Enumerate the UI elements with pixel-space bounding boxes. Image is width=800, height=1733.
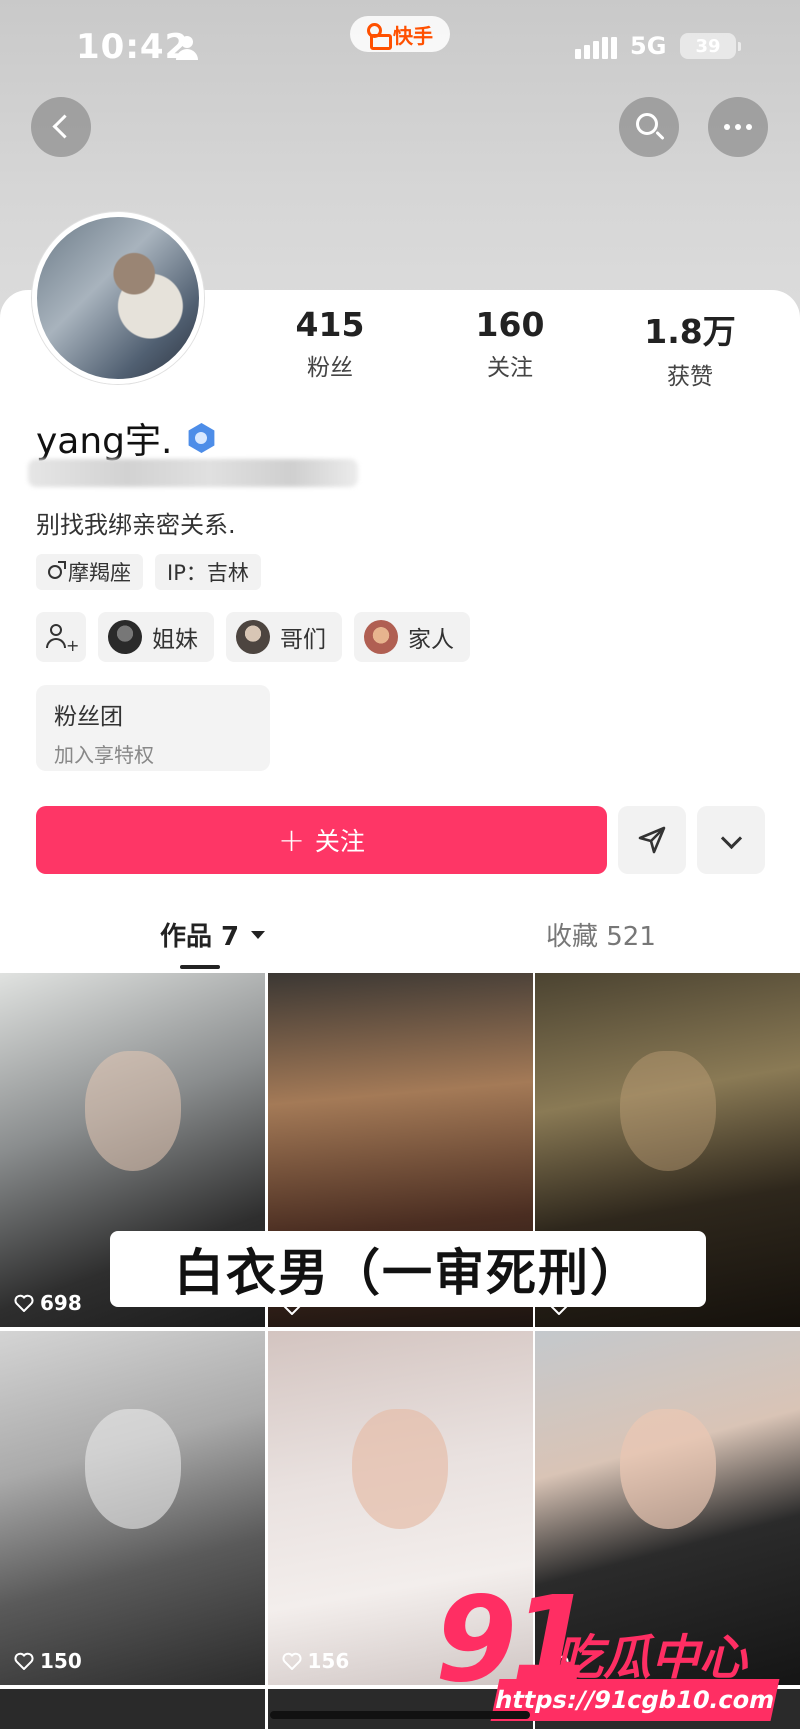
- stat-fans[interactable]: 415 粉丝: [240, 305, 420, 391]
- profile-tags: 摩羯座 IP：吉林: [36, 554, 261, 590]
- username: yang宇.: [36, 421, 173, 462]
- active-tab-indicator: [180, 965, 220, 969]
- more-options-button[interactable]: [708, 97, 768, 157]
- status-bar: 10:42 快手 5G 39: [0, 0, 800, 95]
- group-avatar: [236, 620, 270, 654]
- status-time: 10:42: [76, 27, 190, 67]
- stat-label: 粉丝: [307, 355, 353, 381]
- add-user-icon: [50, 624, 62, 636]
- tag-zodiac: 摩羯座: [36, 554, 143, 590]
- stat-value: 415: [295, 305, 365, 344]
- group-label: 姐妹: [152, 627, 198, 653]
- battery-icon: 39: [680, 33, 741, 59]
- overlay-caption: 白衣男（一审死刑）: [110, 1231, 706, 1307]
- avatar[interactable]: [32, 212, 204, 384]
- stat-value: 160: [475, 305, 545, 344]
- group-sisters[interactable]: 姐妹: [98, 612, 214, 662]
- heart-icon: [14, 1294, 34, 1312]
- profile-stats: 415 粉丝 160 关注 1.8万 获赞: [240, 305, 780, 391]
- verified-badge-icon[interactable]: [188, 423, 215, 453]
- back-button[interactable]: [31, 97, 91, 157]
- group-label: 哥们: [280, 627, 326, 653]
- battery-level: 39: [695, 35, 721, 57]
- like-count: 698: [14, 1291, 82, 1315]
- group-family[interactable]: 家人: [354, 612, 470, 662]
- watermark: 91 吃瓜中心 https://91cgb10.com: [435, 1580, 790, 1730]
- add-friend-button[interactable]: +: [36, 612, 86, 662]
- relationship-groups: + 姐妹 哥们 家人: [36, 612, 470, 662]
- tab-label: 作品 7: [160, 922, 240, 952]
- fan-club-subtitle: 加入享特权: [54, 743, 154, 767]
- plus-icon: +: [278, 821, 305, 859]
- fan-club-button[interactable]: 粉丝团 加入享特权: [36, 685, 270, 771]
- app-indicator[interactable]: 快手: [350, 16, 450, 52]
- person-icon: [176, 36, 198, 60]
- username-row: yang宇.: [36, 412, 216, 464]
- tab-works[interactable]: 作品 7: [160, 916, 266, 953]
- app-name: 快手: [393, 23, 433, 48]
- bio: 别找我绑亲密关系.: [36, 511, 236, 539]
- tag-ip-location: IP：吉林: [155, 554, 261, 590]
- tab-label: 收藏 521: [546, 922, 656, 952]
- search-icon: [636, 113, 658, 135]
- heart-icon: [281, 1652, 302, 1670]
- video-thumbnail[interactable]: 150: [0, 1331, 265, 1685]
- send-icon: [638, 826, 666, 854]
- group-brothers[interactable]: 哥们: [226, 612, 342, 662]
- home-indicator[interactable]: [270, 1711, 530, 1719]
- male-icon: [48, 561, 66, 579]
- send-message-button[interactable]: [618, 806, 686, 874]
- group-avatar: [364, 620, 398, 654]
- group-label: 家人: [408, 627, 454, 653]
- follow-button[interactable]: + 关注: [36, 806, 607, 874]
- watermark-url: https://91cgb10.com: [490, 1679, 780, 1721]
- tag-label: 摩羯座: [68, 561, 131, 585]
- heart-icon: [14, 1652, 34, 1670]
- signal-icon: [575, 35, 617, 59]
- search-button[interactable]: [619, 97, 679, 157]
- watermark-text: 吃瓜中心: [555, 1630, 748, 1686]
- like-count: 150: [14, 1649, 82, 1673]
- blurred-user-id: [28, 459, 358, 487]
- fan-club-title: 粉丝团: [54, 704, 123, 730]
- kuaishou-logo-icon: [367, 23, 392, 50]
- stat-label: 获赞: [667, 364, 713, 390]
- follow-label: 关注: [314, 827, 365, 856]
- caret-down-icon: [251, 930, 266, 939]
- tag-label: IP：吉林: [167, 561, 249, 585]
- network-type: 5G: [630, 32, 667, 60]
- video-thumbnail[interactable]: [0, 1689, 265, 1729]
- group-avatar: [108, 620, 142, 654]
- content-tabs: 作品 7 收藏 521: [0, 916, 800, 976]
- stat-value: 1.8万: [644, 312, 736, 351]
- more-dropdown-button[interactable]: [697, 806, 765, 874]
- stat-following[interactable]: 160 关注: [420, 305, 600, 391]
- stat-label: 关注: [487, 355, 533, 381]
- tab-favorites[interactable]: 收藏 521: [546, 916, 656, 953]
- stat-likes[interactable]: 1.8万 获赞: [600, 305, 780, 391]
- like-count: 156: [281, 1649, 349, 1673]
